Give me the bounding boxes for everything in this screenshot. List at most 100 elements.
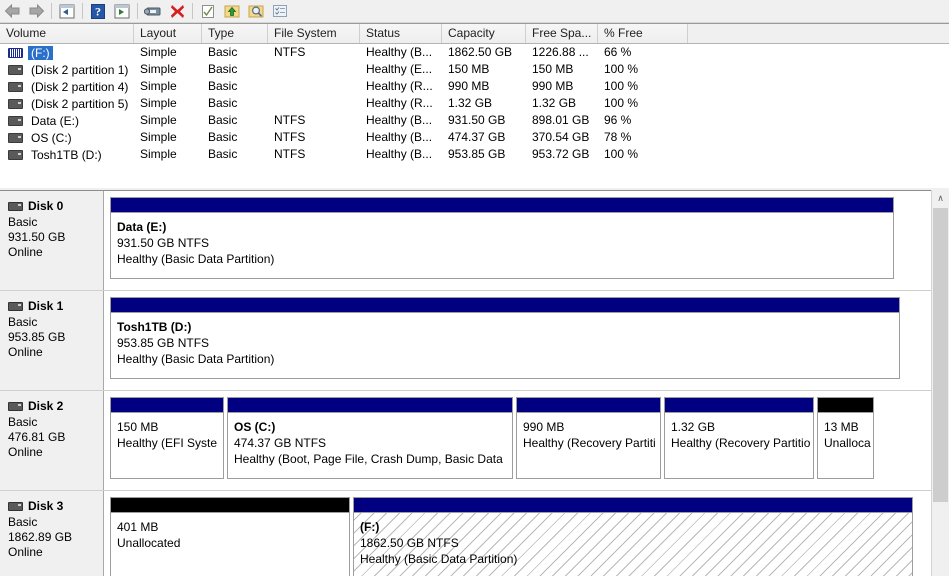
disk-title-label: Disk 0 xyxy=(28,199,64,213)
partition-size-fs: 931.50 GB NTFS xyxy=(117,236,210,250)
cell-layout: Simple xyxy=(140,113,177,127)
cell-volume: Data (E:) xyxy=(0,112,134,129)
forward-button[interactable] xyxy=(25,1,47,21)
disk-title: Disk 0 xyxy=(8,199,103,213)
svg-text:?: ? xyxy=(95,4,101,18)
up-one-level-button[interactable] xyxy=(56,1,78,21)
partition-block[interactable]: OS (C:) 474.37 GB NTFS Healthy (Boot, Page… xyxy=(227,397,513,479)
disk-title-label: Disk 2 xyxy=(28,399,64,413)
partition-status: Healthy (Basic Data Partition) xyxy=(117,252,275,266)
cell-percent-free: 100 % xyxy=(604,79,639,93)
help-question-icon: ? xyxy=(91,3,105,19)
cell-capacity: 150 MB xyxy=(448,62,490,76)
cell-volume: (Disk 2 partition 5) xyxy=(0,95,134,112)
volume-row[interactable]: (Disk 2 partition 1) Simple Basic Healthy (… xyxy=(0,61,949,78)
disk-info-panel[interactable]: Disk 2 Basic 476.81 GB Online xyxy=(0,391,104,490)
forward-arrow-icon xyxy=(29,4,44,18)
scroll-up-button[interactable]: ∧ xyxy=(932,190,949,207)
volume-row[interactable]: Tosh1TB (D:) Simple Basic NTFS Healthy (B...… xyxy=(0,146,949,163)
partition-details: 13 MB Unalloca xyxy=(818,413,873,451)
disk-state: Online xyxy=(8,445,43,459)
cell-percent-free: 100 % xyxy=(604,62,639,76)
search-button[interactable] xyxy=(245,1,267,21)
properties-button[interactable] xyxy=(142,1,164,21)
cell-status: Healthy (B... xyxy=(366,130,433,144)
disk-type: Basic xyxy=(8,215,38,229)
column-header-free[interactable]: % Free xyxy=(598,24,688,43)
striped-volume-icon xyxy=(8,48,23,58)
disk-row: Disk 1 Basic 953.85 GB Online Tosh1TB (D:) 95… xyxy=(0,291,949,391)
cell-type: Basic xyxy=(208,113,238,127)
partition-block[interactable]: 13 MB Unalloca xyxy=(817,397,874,479)
volume-row[interactable]: (F:) Simple Basic NTFS Healthy (B... 1862.50 … xyxy=(0,44,949,61)
cell-free-space: 953.72 GB xyxy=(532,147,590,161)
cell-percent-free: 100 % xyxy=(604,96,639,110)
partition-block[interactable]: (F:) 1862.50 GB NTFS Healthy (Basic Data P… xyxy=(353,497,913,576)
column-header-type[interactable]: Type xyxy=(202,24,268,43)
partition-size-fs: 474.37 GB NTFS xyxy=(234,436,327,450)
column-header-capacity[interactable]: Capacity xyxy=(442,24,526,43)
back-button[interactable] xyxy=(1,1,23,21)
partition-size-fs: 1.32 GB xyxy=(671,420,716,434)
rescan-disks-button[interactable] xyxy=(221,1,243,21)
disk-type: Basic xyxy=(8,315,38,329)
column-header-volume[interactable]: Volume xyxy=(0,24,134,43)
cell-status: Healthy (B... xyxy=(366,113,433,127)
delete-button[interactable] xyxy=(166,1,188,21)
disk-rows: Disk 0 Basic 931.50 GB Online Data (E:) 931.5… xyxy=(0,191,949,576)
cell-layout: Simple xyxy=(140,45,177,59)
column-header-free-spa[interactable]: Free Spa... xyxy=(526,24,598,43)
partition-block[interactable]: 1.32 GB Healthy (Recovery Partitio xyxy=(664,397,814,479)
refresh-button[interactable] xyxy=(197,1,219,21)
column-header-status[interactable]: Status xyxy=(360,24,442,43)
partition-block[interactable]: Data (E:) 931.50 GB NTFS Healthy (Basic Da… xyxy=(110,197,894,279)
cell-type: Basic xyxy=(208,62,238,76)
partition-status: Healthy (Basic Data Partition) xyxy=(117,352,275,366)
cell-layout: Simple xyxy=(140,130,177,144)
partition-block[interactable]: 150 MB Healthy (EFI Syste xyxy=(110,397,224,479)
cell-layout: Simple xyxy=(140,96,177,110)
volume-row[interactable]: (Disk 2 partition 5) Simple Basic Healthy (… xyxy=(0,95,949,112)
disk-state: Online xyxy=(8,245,43,259)
cell-file-system: NTFS xyxy=(274,45,306,59)
volume-row[interactable]: (Disk 2 partition 4) Simple Basic Healthy (… xyxy=(0,78,949,95)
partition-status: Unallocated xyxy=(117,536,181,550)
partition-block[interactable]: 990 MB Healthy (Recovery Partiti xyxy=(516,397,661,479)
column-header-file-system[interactable]: File System xyxy=(268,24,360,43)
partition-capacity-bar xyxy=(228,398,512,413)
help-button[interactable]: ? xyxy=(87,1,109,21)
volume-row[interactable]: OS (C:) Simple Basic NTFS Healthy (B... 474.3… xyxy=(0,129,949,146)
cell-type: Basic xyxy=(208,130,238,144)
disk-info-panel[interactable]: Disk 0 Basic 931.50 GB Online xyxy=(0,191,104,290)
partition-block[interactable]: 401 MB Unallocated xyxy=(110,497,350,576)
column-header-layout[interactable]: Layout xyxy=(134,24,202,43)
toolbar-separator-2 xyxy=(82,3,83,19)
cell-status: Healthy (B... xyxy=(366,147,433,161)
disk-info-panel[interactable]: Disk 3 Basic 1862.89 GB Online xyxy=(0,491,104,576)
cell-free-space: 370.54 GB xyxy=(532,130,590,144)
disk-size: 931.50 GB xyxy=(8,230,66,244)
cell-capacity: 953.85 GB xyxy=(448,147,506,161)
toolbar-separator-4 xyxy=(192,3,193,19)
partition-capacity-bar xyxy=(517,398,660,413)
disk-size: 1862.89 GB xyxy=(8,530,73,544)
volume-row[interactable]: Data (E:) Simple Basic NTFS Healthy (B... 931… xyxy=(0,112,949,129)
volume-list-header: Volume Layout Type File System Status Capacit… xyxy=(0,24,949,44)
cell-free-space: 1.32 GB xyxy=(532,96,577,110)
cell-file-system xyxy=(268,78,360,95)
partition-name: (F:) xyxy=(360,520,380,534)
properties-icon xyxy=(144,7,161,15)
cell-volume: Tosh1TB (D:) xyxy=(0,146,134,163)
export-list-button[interactable] xyxy=(269,1,291,21)
volume-icon xyxy=(8,150,23,160)
partition-status: Unalloca xyxy=(824,436,871,450)
cell-status: Healthy (E... xyxy=(366,62,433,76)
partition-area: Tosh1TB (D:) 953.85 GB NTFS Healthy (Basic… xyxy=(104,291,949,390)
show-hide-console-tree-button[interactable] xyxy=(111,1,133,21)
vertical-scrollbar[interactable]: ∧ xyxy=(931,190,949,576)
disk-type: Basic xyxy=(8,515,38,529)
scrollbar-thumb[interactable] xyxy=(933,208,948,502)
partition-capacity-bar xyxy=(111,198,893,213)
disk-info-panel[interactable]: Disk 1 Basic 953.85 GB Online xyxy=(0,291,104,390)
partition-block[interactable]: Tosh1TB (D:) 953.85 GB NTFS Healthy (Basic… xyxy=(110,297,900,379)
